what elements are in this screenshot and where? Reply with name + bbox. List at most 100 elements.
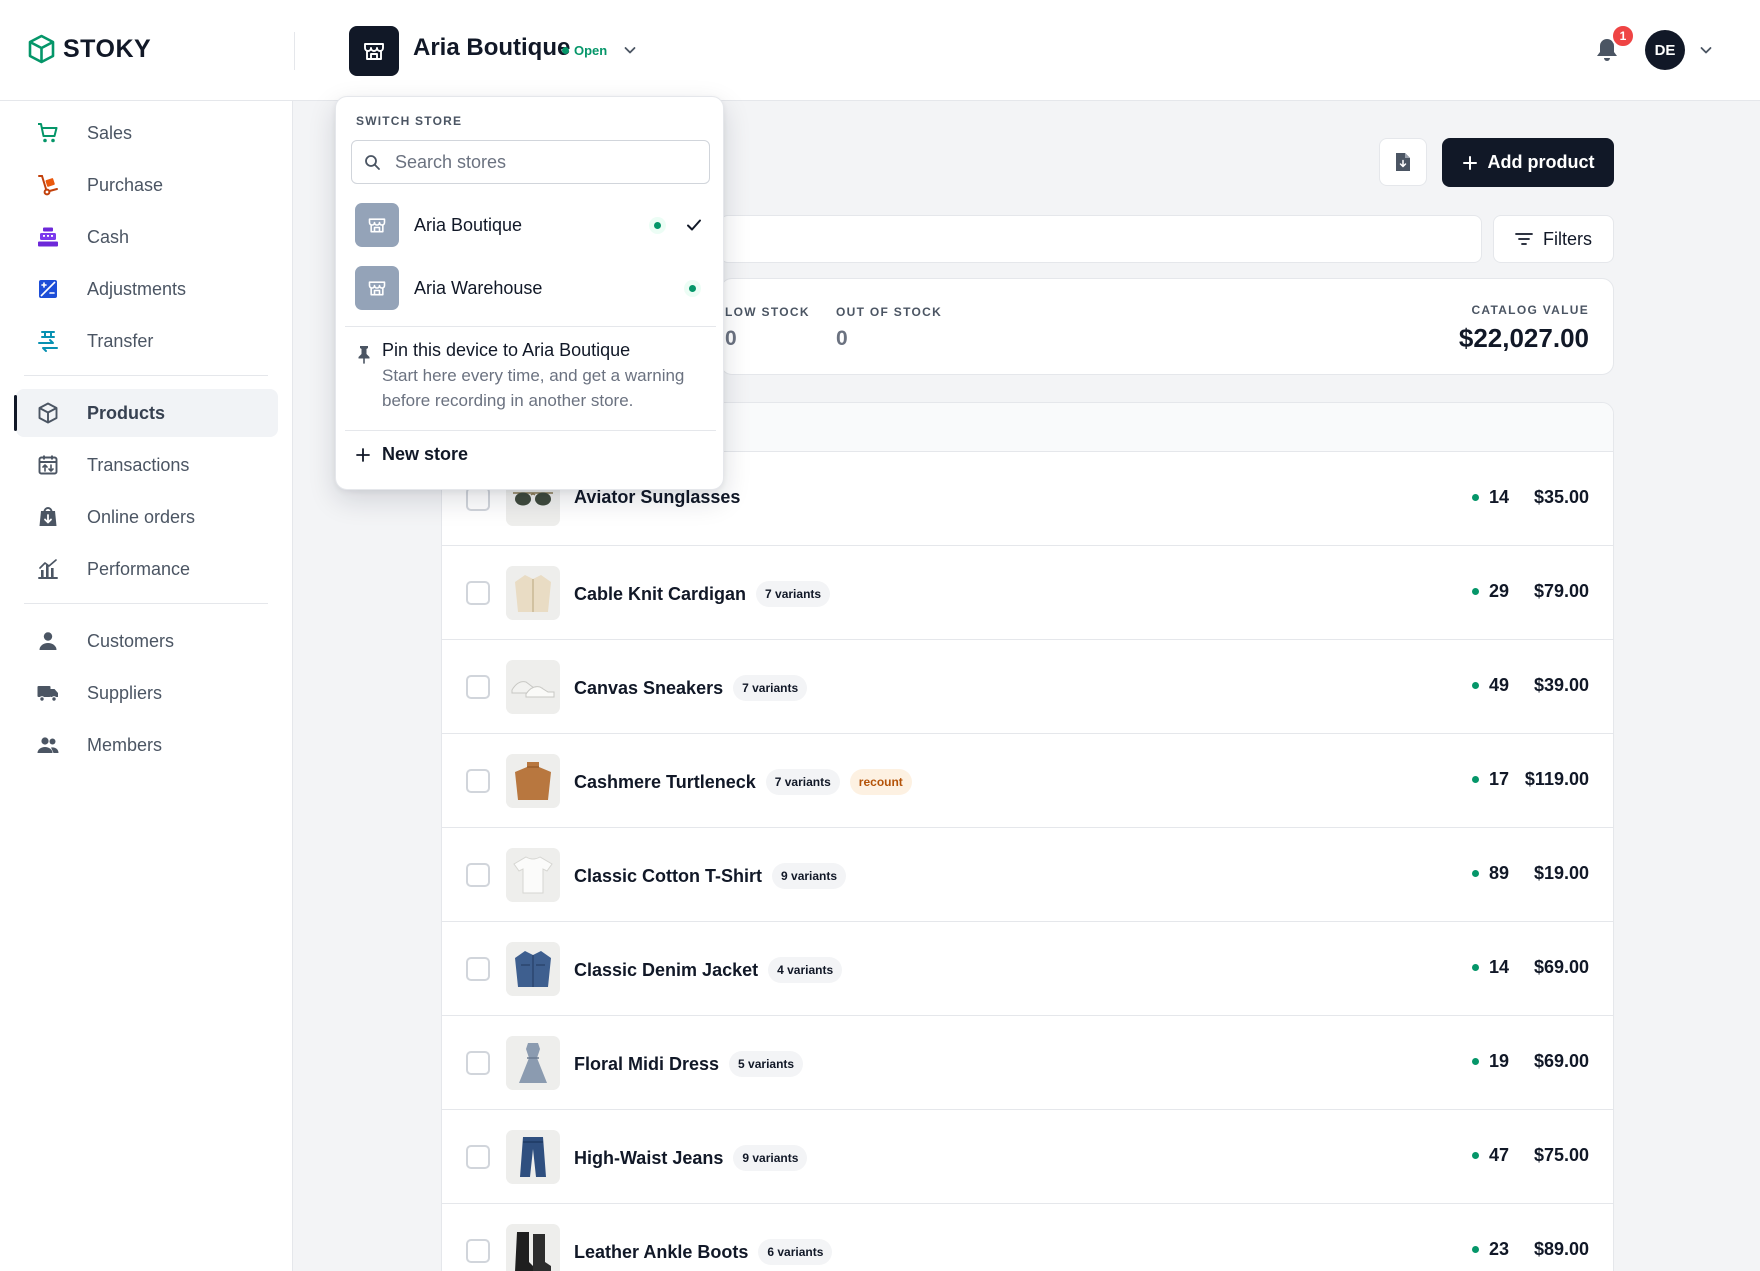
denim-jacket-icon (515, 951, 551, 987)
cash-register-icon (36, 225, 60, 249)
product-name[interactable]: Aviator Sunglasses (574, 487, 740, 508)
product-name[interactable]: Floral Midi Dress 5 variants (574, 1051, 804, 1077)
store-switcher-button[interactable] (349, 26, 399, 76)
stat-low-stock: LOW STOCK 0 (725, 305, 810, 351)
table-row[interactable]: Cashmere Turtleneck 7 variants recount 1… (442, 734, 1613, 828)
table-row[interactable]: Classic Denim Jacket 4 variants 14 $69.0… (442, 922, 1613, 1016)
row-checkbox[interactable] (466, 487, 490, 511)
sidebar-divider (24, 603, 268, 604)
chevron-down-icon[interactable] (1698, 42, 1714, 58)
sidebar-item-performance[interactable]: Performance (16, 545, 278, 593)
stock-dot (1471, 682, 1479, 689)
product-name[interactable]: Classic Denim Jacket 4 variants (574, 957, 843, 983)
product-name-text: Classic Cotton T-Shirt (574, 865, 763, 886)
stat-label: CATALOG VALUE (1471, 303, 1589, 317)
table-row[interactable]: Canvas Sneakers 7 variants 49 $39.00 (442, 640, 1613, 734)
stats-card: LOW STOCK 0 OUT OF STOCK 0 CATALOG VALUE… (720, 278, 1614, 375)
product-name[interactable]: Canvas Sneakers 7 variants (574, 675, 808, 701)
variants-badge: 7 variants (733, 675, 808, 701)
logo[interactable]: STOKY (28, 34, 151, 64)
row-checkbox[interactable] (466, 1051, 490, 1075)
pin-title: Pin this device to Aria Boutique (382, 340, 631, 360)
row-checkbox[interactable] (466, 863, 490, 887)
sidebar-item-suppliers[interactable]: Suppliers (16, 669, 278, 717)
cart-icon (36, 121, 60, 145)
sidebar-item-online-orders[interactable]: Online orders (16, 493, 278, 541)
stock-dot (1471, 776, 1479, 783)
table-row[interactable]: Leather Ankle Boots 6 variants 23 $89.00 (442, 1204, 1613, 1271)
stat-out-of-stock: OUT OF STOCK 0 (836, 305, 942, 351)
row-checkbox[interactable] (466, 769, 490, 793)
product-name-text: Canvas Sneakers (574, 677, 724, 698)
store-search-input[interactable] (395, 151, 695, 173)
store-option-aria-warehouse[interactable]: Aria Warehouse (336, 259, 723, 317)
person-icon (36, 629, 60, 653)
pin-device-option[interactable]: Pin this device to Aria Boutique Start h… (356, 340, 702, 413)
top-bar: STOKY Aria Boutique Open 1 DE (0, 0, 1760, 101)
export-button[interactable] (1379, 138, 1427, 186)
sidebar-divider (24, 375, 268, 376)
stock-level: 29 (1471, 581, 1509, 602)
people-icon (36, 733, 60, 757)
current-store-name[interactable]: Aria Boutique (413, 34, 570, 62)
sidebar-item-adjustments[interactable]: Adjustments (16, 265, 278, 313)
row-checkbox[interactable] (466, 1145, 490, 1169)
product-name[interactable]: High-Waist Jeans 9 variants (574, 1145, 808, 1171)
new-store-button[interactable]: New store (356, 444, 468, 465)
store-search-field[interactable] (351, 140, 710, 184)
hand-truck-icon (36, 173, 60, 197)
sidebar-item-purchase[interactable]: Purchase (16, 161, 278, 209)
sidebar-item-members[interactable]: Members (16, 721, 278, 769)
avatar[interactable]: DE (1645, 30, 1685, 70)
table-row[interactable]: Classic Cotton T-Shirt 9 variants 89 $19… (442, 828, 1613, 922)
table-row[interactable]: Floral Midi Dress 5 variants 19 $69.00 (442, 1016, 1613, 1110)
add-product-button[interactable]: Add product (1442, 138, 1614, 187)
cube-logo-icon (28, 34, 55, 64)
row-checkbox[interactable] (466, 675, 490, 699)
stat-value: 0 (725, 327, 737, 350)
store-option-name: Aria Warehouse (414, 277, 543, 298)
stock-level: 89 (1471, 863, 1509, 884)
product-price: $19.00 (1533, 863, 1589, 883)
pin-description: Start here every time, and get a warning… (382, 366, 685, 410)
sidebar-item-label: Performance (87, 558, 191, 579)
stock-count: 14 (1488, 487, 1509, 507)
product-thumbnail (506, 848, 560, 902)
sidebar-item-label: Cash (87, 226, 130, 247)
status-dot (684, 279, 701, 297)
chevron-down-icon[interactable] (622, 42, 638, 58)
sidebar-item-cash[interactable]: Cash (16, 213, 278, 261)
sidebar-item-transfer[interactable]: Transfer (16, 317, 278, 365)
table-row[interactable]: Cable Knit Cardigan 7 variants 29 $79.00 (442, 546, 1613, 640)
product-name[interactable]: Leather Ankle Boots 6 variants (574, 1239, 833, 1265)
filters-button[interactable]: Filters (1493, 215, 1614, 263)
product-name[interactable]: Cable Knit Cardigan 7 variants (574, 581, 831, 607)
sidebar-item-products[interactable]: Products (14, 389, 278, 437)
stock-level: 14 (1471, 487, 1509, 508)
variants-badge: 5 variants (729, 1051, 804, 1077)
row-checkbox[interactable] (466, 1239, 490, 1263)
recount-badge: recount (849, 769, 912, 795)
sidebar-item-customers[interactable]: Customers (16, 617, 278, 665)
table-row[interactable]: High-Waist Jeans 9 variants 47 $75.00 (442, 1110, 1613, 1204)
truck-icon (36, 681, 60, 705)
transfer-icon (36, 329, 60, 353)
check-icon (687, 219, 701, 231)
product-name[interactable]: Cashmere Turtleneck 7 variants recount (574, 769, 912, 795)
plus-icon (356, 447, 370, 462)
stock-count: 17 (1488, 769, 1509, 789)
product-name[interactable]: Classic Cotton T-Shirt 9 variants (574, 863, 847, 889)
store-option-aria-boutique[interactable]: Aria Boutique (336, 196, 723, 254)
search-icon (365, 154, 380, 170)
product-name-text: Cable Knit Cardigan (574, 583, 747, 604)
sidebar-item-label: Products (87, 402, 166, 423)
sidebar-item-sales[interactable]: Sales (16, 109, 278, 157)
product-search-input[interactable] (720, 215, 1482, 263)
stock-dot (1471, 870, 1479, 877)
sidebar-item-transactions[interactable]: Transactions (16, 441, 278, 489)
sidebar-item-label: Suppliers (87, 682, 163, 703)
stat-value: 0 (836, 327, 848, 350)
row-checkbox[interactable] (466, 581, 490, 605)
product-price: $39.00 (1533, 675, 1589, 695)
row-checkbox[interactable] (466, 957, 490, 981)
